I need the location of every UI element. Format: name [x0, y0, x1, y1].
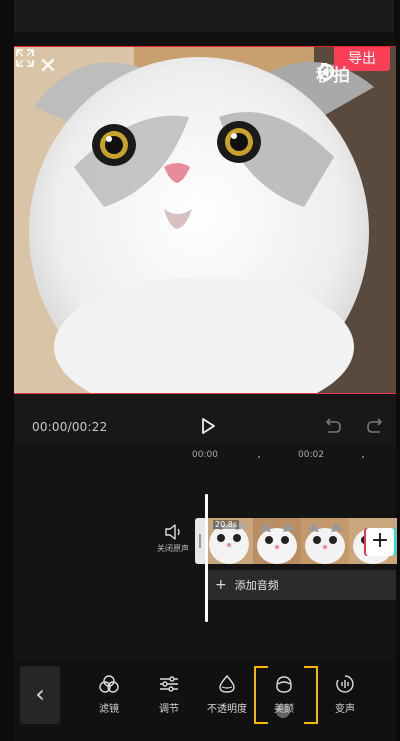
clip-thumbnail — [301, 518, 349, 564]
tool-label: 不透明度 — [207, 704, 247, 715]
add-audio-label: 添加音频 — [234, 579, 279, 592]
filter-icon — [99, 675, 119, 693]
adjust-icon — [160, 676, 178, 692]
fullscreen-icon[interactable] — [14, 47, 36, 69]
status-bar — [14, 0, 394, 32]
add-clip-button[interactable]: + — [366, 528, 394, 556]
watermark: 秒拍 — [316, 61, 350, 86]
tool-label: 变声 — [335, 704, 355, 715]
clip-duration: 20.8s — [213, 520, 239, 529]
tool-adjust[interactable]: 调节 — [142, 674, 196, 715]
touch-indicator — [276, 704, 290, 718]
back-button[interactable]: ‹ — [20, 666, 60, 724]
cat-video-frame — [14, 47, 396, 393]
timecode: 00:00/00:22 — [32, 420, 108, 434]
play-icon[interactable] — [198, 416, 218, 436]
clip-thumbnail — [253, 518, 301, 564]
time-ruler: 00:00 00:02 — [14, 448, 396, 464]
bottom-toolbar: ‹ 滤镜 调节 不透明度 美颜 变声 — [14, 660, 396, 741]
redo-icon[interactable] — [366, 418, 384, 434]
ruler-label: 00:02 — [298, 450, 324, 460]
tool-opacity[interactable]: 不透明度 — [200, 674, 254, 715]
opacity-icon — [219, 674, 235, 693]
tool-label: 滤镜 — [99, 704, 119, 715]
tool-filter[interactable]: 滤镜 — [82, 674, 136, 715]
speaker-icon — [165, 524, 180, 540]
ruler-tick — [258, 456, 260, 458]
mute-original-label: 关闭原声 — [157, 544, 189, 553]
ruler-label: 00:00 — [192, 450, 218, 460]
add-audio-button[interactable]: + 添加音频 — [205, 570, 396, 600]
clip-trim-handle[interactable] — [195, 518, 205, 564]
mute-original-button[interactable]: 关闭原声 — [150, 524, 196, 564]
undo-icon[interactable] — [324, 418, 342, 434]
video-preview[interactable]: ✕ 导出 秒拍 — [14, 46, 396, 395]
ruler-tick — [362, 456, 364, 458]
beauty-icon — [276, 676, 292, 693]
tool-label: 调节 — [159, 704, 179, 715]
voice-change-icon — [336, 675, 354, 693]
playhead[interactable] — [205, 494, 208, 622]
app-screen: ✕ 导出 秒拍 00:00/00:22 00:00 00:02 关闭原声 20.… — [0, 0, 400, 741]
plus-icon: + — [215, 577, 227, 593]
close-icon[interactable]: ✕ — [34, 53, 62, 81]
device-bezel-left — [0, 0, 14, 741]
tool-voice-change[interactable]: 变声 — [318, 674, 372, 715]
timeline[interactable]: 00:00 00:02 关闭原声 20.8s + + 添加音频 — [14, 444, 397, 660]
camera-logo-icon — [318, 63, 334, 80]
top-strip — [14, 32, 394, 46]
